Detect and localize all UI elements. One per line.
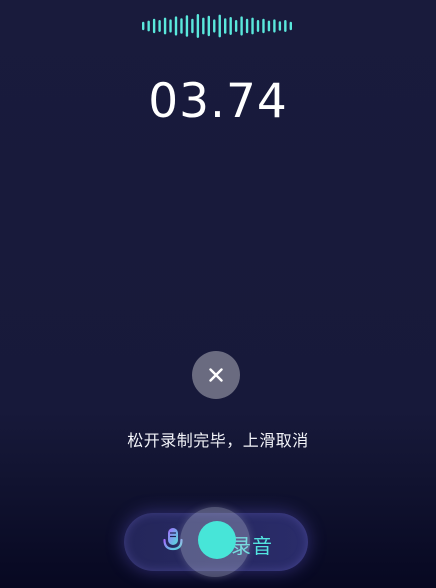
waveform-bar xyxy=(180,18,183,34)
waveform-bar xyxy=(245,18,249,34)
waveform-bar xyxy=(218,14,221,38)
waveform-bar xyxy=(142,21,145,31)
waveform-bar xyxy=(267,20,271,32)
waveform-bar xyxy=(273,19,276,33)
waveform-bar xyxy=(240,16,243,36)
close-icon xyxy=(209,368,223,382)
waveform-bar xyxy=(284,20,287,32)
waveform-bar xyxy=(147,20,150,32)
recording-timer: 03.74 xyxy=(148,74,288,129)
waveform-bar xyxy=(278,21,282,31)
waveform-bar xyxy=(185,15,189,37)
waveform-bar xyxy=(163,17,167,35)
waveform-bar xyxy=(256,20,260,32)
waveform-bar xyxy=(191,18,194,34)
release-hint: 松开录制完毕，上滑取消 xyxy=(127,431,309,450)
waveform-bar xyxy=(262,18,265,34)
waveform-bar xyxy=(224,18,227,34)
waveform-bar xyxy=(202,17,205,35)
waveform-bar xyxy=(196,14,200,38)
waveform-bar xyxy=(169,19,172,33)
waveform-bar xyxy=(229,17,232,35)
waveform-bar xyxy=(251,17,254,35)
waveform-bar xyxy=(174,16,178,36)
recording-screen: 03.74 松开录制完毕，上滑取消 录音 xyxy=(0,0,436,588)
waveform-bar xyxy=(207,15,210,37)
waveform-bar xyxy=(234,20,238,32)
touch-point xyxy=(198,521,236,559)
cancel-button[interactable] xyxy=(192,351,240,399)
audio-waveform xyxy=(142,14,292,38)
waveform-bar xyxy=(213,19,216,33)
waveform-bar xyxy=(158,20,161,32)
waveform-bar xyxy=(152,18,156,34)
waveform-bar xyxy=(289,21,292,31)
